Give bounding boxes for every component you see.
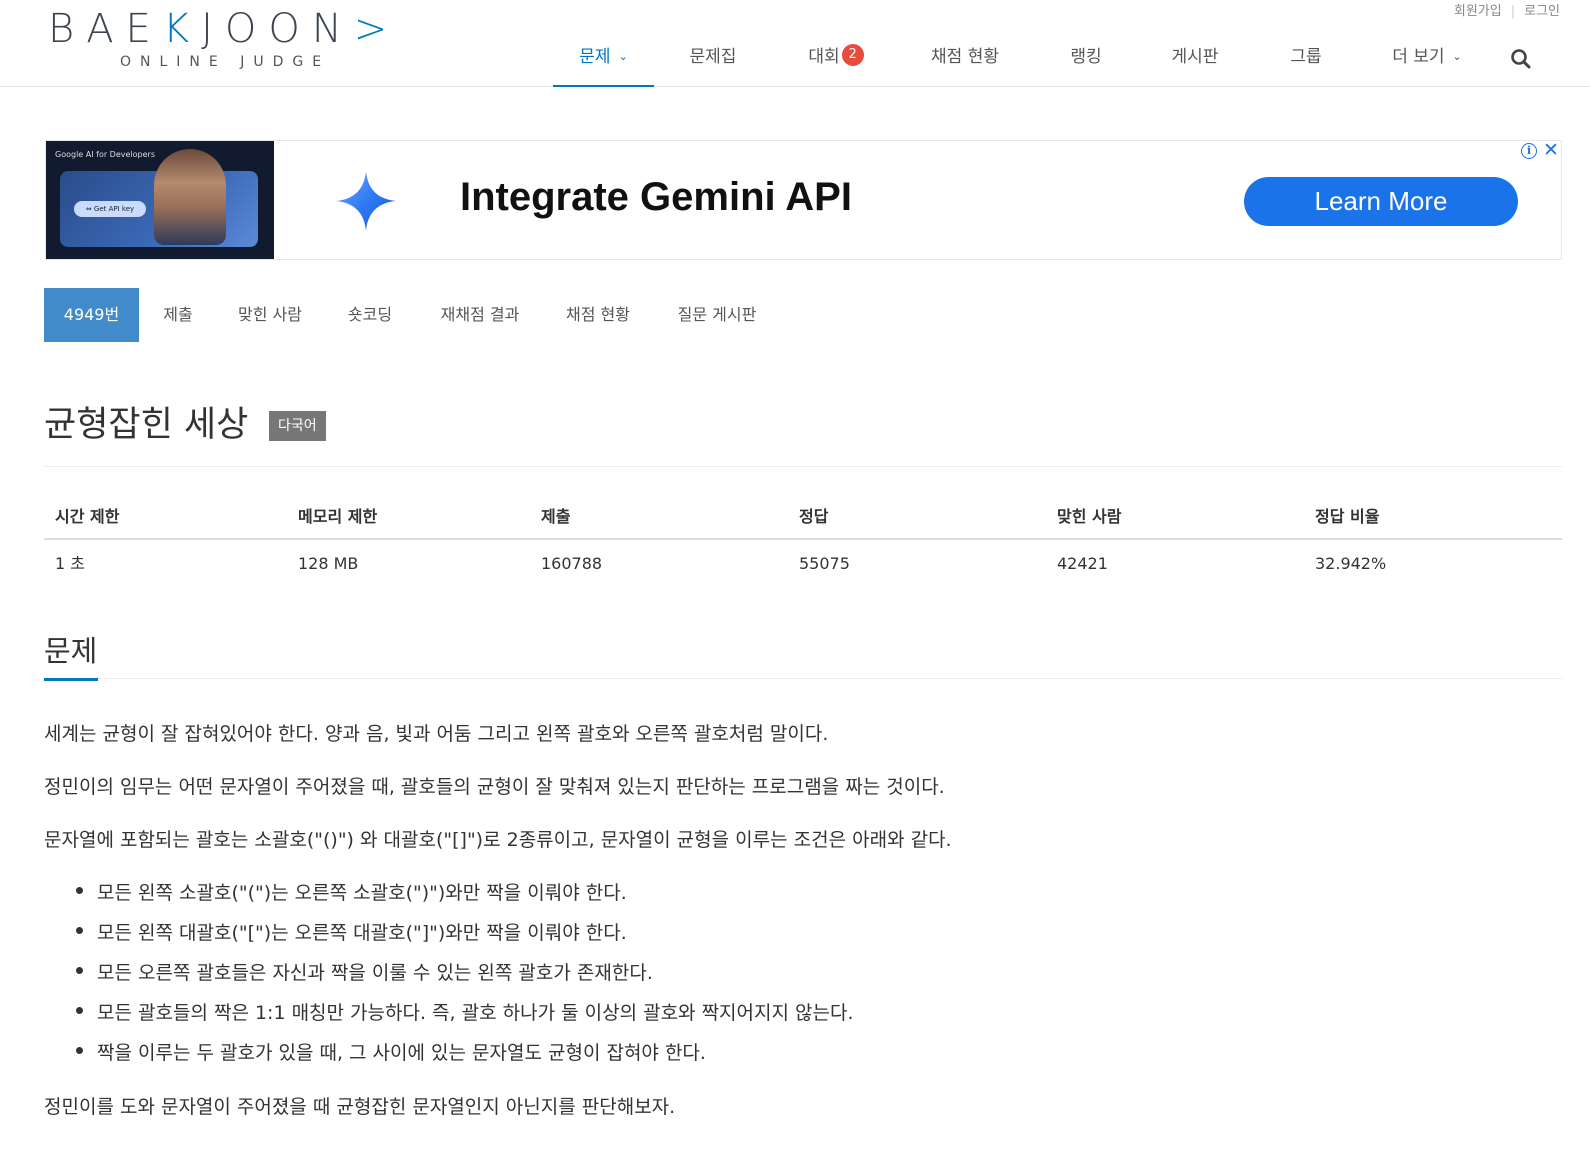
nav-label: 문제 [579,47,611,67]
section-underline [44,678,98,681]
tab-submit[interactable]: 제출 [149,288,207,342]
tab-problem-number[interactable]: 4949번 [44,288,139,342]
gemini-spark-icon [336,171,396,231]
bullet-icon [76,927,83,934]
problem-closing: 정민이를 도와 문자열이 주어졌을 때 균형잡힌 문자열인지 아닌지를 판단해보… [44,1096,676,1118]
chevron-down-icon: ⌄ [1452,50,1462,63]
search-icon[interactable] [1510,48,1532,70]
section-title: 문제 [44,634,98,668]
table-header-row: 시간 제한 메모리 제한 제출 정답 맞힌 사람 정답 비율 [44,498,1562,540]
nav-item-problems[interactable]: 문제 ⌄ [553,35,654,87]
tab-solvers[interactable]: 맞힌 사람 [227,288,313,342]
accepted-value: 55075 [799,554,850,573]
ad-headline: Integrate Gemini API [460,175,852,219]
nav-item-board[interactable]: 게시판 [1165,35,1225,87]
time-limit-value: 1 초 [55,554,85,573]
contest-count-badge: 2 [841,44,864,66]
logo-subtitle: ONLINE JUDGE [120,54,331,70]
table-header: 제출 [541,507,571,526]
list-item-text: 모든 괄호들의 짝은 1:1 매칭만 가능하다. 즉, 괄호 하나가 둘 이상의… [97,1002,854,1024]
ad-thumb-button: ⇔ Get API key [74,201,146,217]
table-header: 맞힌 사람 [1057,507,1122,526]
nav-label: 채점 현황 [931,47,999,67]
problem-title: 균형잡힌 세상 [44,405,249,445]
chevron-down-icon: ⌄ [618,50,628,63]
list-item-text: 모든 왼쪽 소괄호("(")는 오른쪽 소괄호(")")와만 짝을 이뤄야 한다… [97,882,627,904]
close-icon[interactable]: ✕ [1543,140,1559,160]
submissions-value: 160788 [541,554,603,573]
bullet-icon [76,887,83,894]
ad-thumb-person [154,149,226,245]
signup-link[interactable]: 회원가입 [1454,0,1502,19]
info-icon[interactable]: i [1521,143,1537,159]
nav-item-ranking[interactable]: 랭킹 [1061,35,1111,87]
account-links: 회원가입 | 로그인 [1454,0,1560,19]
nav-item-contest[interactable]: 대회 2 [801,35,871,87]
table-header: 메모리 제한 [298,507,378,526]
section-divider [44,678,1562,679]
bullet-icon [76,967,83,974]
table-header: 시간 제한 [55,507,120,526]
memory-limit-value: 128 MB [298,554,359,573]
ad-thumb-label: Google AI for Developers [55,150,155,159]
link-divider: | [1510,4,1516,19]
login-link[interactable]: 로그인 [1524,0,1560,19]
problem-paragraph: 문자열에 포함되는 괄호는 소괄호("()") 와 대괄호("[]")로 2종류… [44,829,952,851]
nav-label: 그룹 [1290,47,1322,67]
tab-rejudge[interactable]: 재채점 결과 [428,288,532,342]
bullet-icon [76,1007,83,1014]
table-header: 정답 [799,507,829,526]
nav-label: 대회 [808,47,840,67]
nav-item-workbook[interactable]: 문제집 [678,35,748,87]
logo-wordmark: BAEKJOON> [48,6,400,52]
solvers-value: 42421 [1057,554,1108,573]
nav-item-more[interactable]: 더 보기 ⌄ [1385,35,1469,87]
tab-qna-board[interactable]: 질문 게시판 [665,288,769,342]
tab-status[interactable]: 채점 현황 [555,288,641,342]
nav-label: 게시판 [1171,47,1219,67]
problem-paragraph: 세계는 균형이 잘 잡혀있어야 한다. 양과 음, 빛과 어둠 그리고 왼쪽 괄… [44,723,829,745]
list-item-text: 모든 왼쪽 대괄호("[")는 오른쪽 대괄호("]")와만 짝을 이뤄야 한다… [97,922,627,944]
accept-ratio-value: 32.942% [1315,554,1387,573]
bullet-icon [76,1047,83,1054]
nav-label: 더 보기 [1392,47,1445,67]
title-divider [44,466,1562,467]
problem-info-table: 시간 제한 메모리 제한 제출 정답 맞힌 사람 정답 비율 1 초 128 M… [44,498,1562,582]
list-item-text: 모든 오른쪽 괄호들은 자신과 짝을 이룰 수 있는 왼쪽 괄호가 존재한다. [97,962,653,984]
nav-label: 문제집 [689,47,737,67]
ad-thumbnail: Google AI for Developers ⇔ Get API key [46,141,274,259]
nav-item-group[interactable]: 그룹 [1281,35,1331,87]
table-row: 1 초 128 MB 160788 55075 42421 32.942% [44,540,1562,582]
ad-banner[interactable]: Google AI for Developers ⇔ Get API key I… [45,140,1562,260]
site-logo[interactable]: BAEKJOON> ONLINE JUDGE [48,6,388,76]
nav-label: 랭킹 [1070,47,1102,67]
list-item-text: 짝을 이루는 두 괄호가 있을 때, 그 사이에 있는 문자열도 균형이 잡혀야… [97,1042,706,1064]
problem-paragraph: 정민이의 임무는 어떤 문자열이 주어졌을 때, 괄호들의 균형이 잘 맞춰져 … [44,776,945,798]
language-label[interactable]: 다국어 [269,411,326,441]
site-header: BAEKJOON> ONLINE JUDGE 회원가입 | 로그인 문제 ⌄ 문제집 … [0,0,1590,87]
nav-item-status[interactable]: 채점 현황 [925,35,1005,87]
learn-more-button[interactable]: Learn More [1244,177,1518,226]
table-header: 정답 비율 [1315,507,1380,526]
tab-short-coding[interactable]: 숏코딩 [337,288,403,342]
